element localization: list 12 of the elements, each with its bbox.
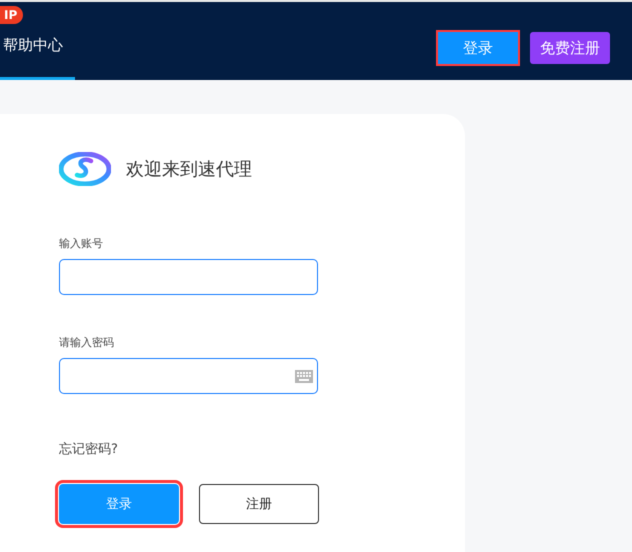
nav-tab[interactable]: 帮助中心 — [0, 36, 75, 80]
keyboard-icon[interactable] — [295, 370, 313, 382]
field-label: 输入账号 — [59, 236, 104, 251]
field-label: 请输入密码 — [59, 335, 115, 350]
register-button[interactable]: 免费注册 — [530, 32, 610, 64]
password-field[interactable] — [59, 358, 318, 394]
account-field[interactable] — [59, 259, 318, 295]
welcome-title: 欢迎来到速代理 — [126, 158, 252, 181]
forgot-password-link[interactable]: 忘记密码? — [59, 440, 465, 458]
register-button[interactable]: 注册 — [199, 484, 319, 524]
logo-icon — [59, 152, 111, 186]
ip-badge: IP — [0, 6, 24, 24]
